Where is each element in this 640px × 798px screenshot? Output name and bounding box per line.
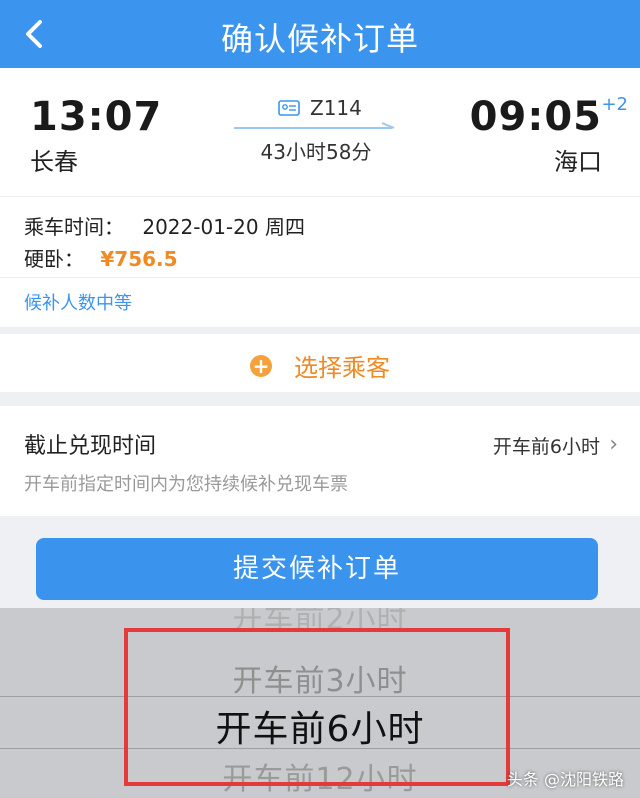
route-arrow-icon — [234, 122, 395, 129]
nav-bar: 确认候补订单 — [0, 0, 640, 68]
add-passenger-label: 选择乘客 — [294, 354, 390, 382]
deadline-title: 截止兑现时间 — [24, 434, 157, 459]
departure-time: 13:07 — [30, 94, 163, 140]
arrival-day-offset: +2 — [601, 94, 628, 115]
seat-price-row: 硬卧： ¥756.5 — [24, 243, 178, 272]
train-info-card: 13:07 长春 Z114 43小时58分 09:05 +2 海口 — [0, 68, 640, 196]
travel-date-row: 乘车时间： 2022-01-20 周四 — [24, 211, 305, 240]
arrival-station: 海口 — [554, 148, 602, 176]
ticket-icon — [278, 100, 300, 116]
train-number-text: Z114 — [310, 96, 362, 120]
divider — [0, 277, 640, 278]
travel-duration: 43小时58分 — [260, 140, 372, 164]
arrival-time: 09:05 — [469, 94, 602, 140]
deadline-setting[interactable]: 截止兑现时间 开车前6小时 › 开车前指定时间内为您持续候补兑现车票 — [0, 406, 640, 516]
plus-icon: + — [250, 354, 272, 377]
seat-type-label: 硬卧： — [24, 247, 84, 271]
order-details-card: 乘车时间： 2022-01-20 周四 硬卧： ¥756.5 候补人数中等 — [0, 196, 640, 327]
deadline-value: 开车前6小时 — [492, 436, 600, 458]
departure-station: 长春 — [30, 148, 78, 176]
travel-date-label: 乘车时间： — [24, 215, 124, 239]
watermark: 头条 @沈阳铁路 — [506, 770, 624, 789]
chevron-right-icon: › — [609, 432, 618, 457]
add-passenger-button[interactable]: + 选择乘客 — [0, 334, 640, 392]
page-title: 确认候补订单 — [220, 20, 419, 58]
ticket-price: ¥756.5 — [100, 247, 178, 271]
highlight-box — [124, 628, 510, 786]
train-number: Z114 — [278, 96, 362, 120]
submit-order-button[interactable]: 提交候补订单 — [36, 538, 598, 600]
deadline-description: 开车前指定时间内为您持续候补兑现车票 — [24, 474, 348, 495]
travel-date-value: 2022-01-20 周四 — [142, 215, 305, 239]
add-passenger-content: + 选择乘客 — [0, 348, 640, 383]
queue-status: 候补人数中等 — [24, 293, 132, 314]
